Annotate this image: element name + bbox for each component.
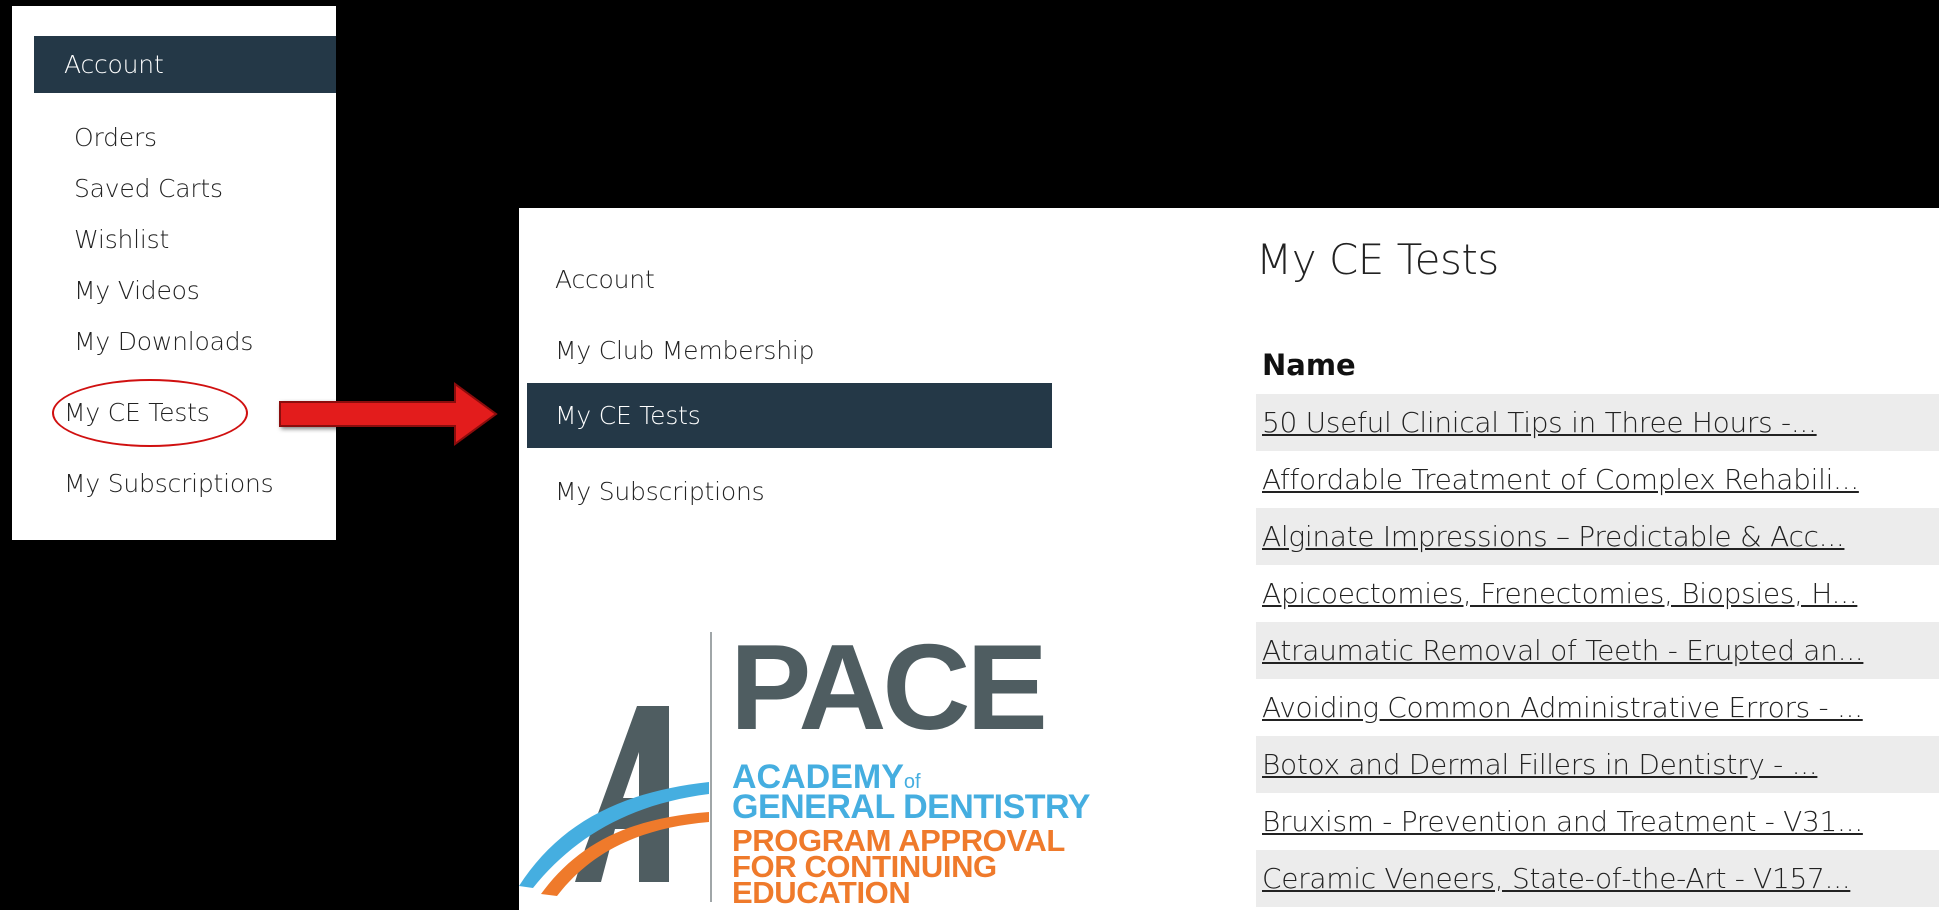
ce-test-link[interactable]: Bruxism - Prevention and Treatment - V31… (1262, 805, 1863, 838)
ce-test-link[interactable]: Alginate Impressions – Predictable & Acc… (1262, 520, 1845, 553)
table-row: Atraumatic Removal of Teeth - Erupted an… (1256, 622, 1939, 679)
ce-tests-list: 50 Useful Clinical Tips in Three Hours -… (1256, 394, 1939, 907)
logo-general-dentistry: GENERAL DENTISTRY (732, 788, 1090, 826)
table-row: Avoiding Common Administrative Errors - … (1256, 679, 1939, 736)
menu-item-my-videos[interactable]: My Videos (74, 276, 200, 305)
sidebar-item-my-ce-tests[interactable]: My CE Tests (527, 383, 1052, 448)
table-row: Affordable Treatment of Complex Rehabili… (1256, 451, 1939, 508)
highlight-circle (52, 379, 248, 447)
ce-test-link[interactable]: Ceramic Veneers, State-of-the-Art - V157… (1262, 862, 1851, 895)
sidebar-item-my-subscriptions[interactable]: My Subscriptions (555, 477, 765, 506)
sidebar-item-my-club-membership[interactable]: My Club Membership (555, 336, 814, 365)
column-header-name: Name (1262, 348, 1356, 382)
pace-logo: PACE ACADEMYof GENERAL DENTISTRY PROGRAM… (519, 619, 1090, 910)
menu-item-saved-carts[interactable]: Saved Carts (74, 174, 223, 203)
logo-education: EDUCATION (732, 875, 911, 910)
table-row: Ceramic Veneers, State-of-the-Art - V157… (1256, 850, 1939, 907)
menu-item-my-downloads[interactable]: My Downloads (74, 327, 253, 356)
table-row: Apicoectomies, Frenectomies, Biopsies, H… (1256, 565, 1939, 622)
ce-test-link[interactable]: Avoiding Common Administrative Errors - … (1262, 691, 1863, 724)
ce-test-link[interactable]: 50 Useful Clinical Tips in Three Hours -… (1262, 406, 1817, 439)
table-row: Botox and Dermal Fillers in Dentistry - … (1256, 736, 1939, 793)
red-arrow-icon (279, 382, 498, 446)
ce-tests-page: Account My Club Membership My CE Tests M… (519, 208, 1939, 910)
logo-divider (710, 632, 712, 902)
ce-test-link[interactable]: Affordable Treatment of Complex Rehabili… (1262, 463, 1859, 496)
table-row: Alginate Impressions – Predictable & Acc… (1256, 508, 1939, 565)
table-row: 50 Useful Clinical Tips in Three Hours -… (1256, 394, 1939, 451)
pace-a-mark-icon (519, 706, 709, 896)
ce-test-link[interactable]: Apicoectomies, Frenectomies, Biopsies, H… (1262, 577, 1858, 610)
sidebar-item-account[interactable]: Account (555, 265, 655, 294)
ce-test-link[interactable]: Atraumatic Removal of Teeth - Erupted an… (1262, 634, 1864, 667)
account-menu-panel: Account Orders Saved Carts Wishlist My V… (12, 6, 336, 540)
logo-pace-word: PACE (730, 619, 1048, 755)
ce-test-link[interactable]: Botox and Dermal Fillers in Dentistry - … (1262, 748, 1818, 781)
menu-item-wishlist[interactable]: Wishlist (74, 225, 169, 254)
menu-item-my-subscriptions[interactable]: My Subscriptions (64, 469, 274, 498)
account-menu-header[interactable]: Account (34, 36, 336, 93)
table-row: Bruxism - Prevention and Treatment - V31… (1256, 793, 1939, 850)
page-title: My CE Tests (1256, 235, 1499, 284)
menu-item-orders[interactable]: Orders (74, 123, 157, 152)
